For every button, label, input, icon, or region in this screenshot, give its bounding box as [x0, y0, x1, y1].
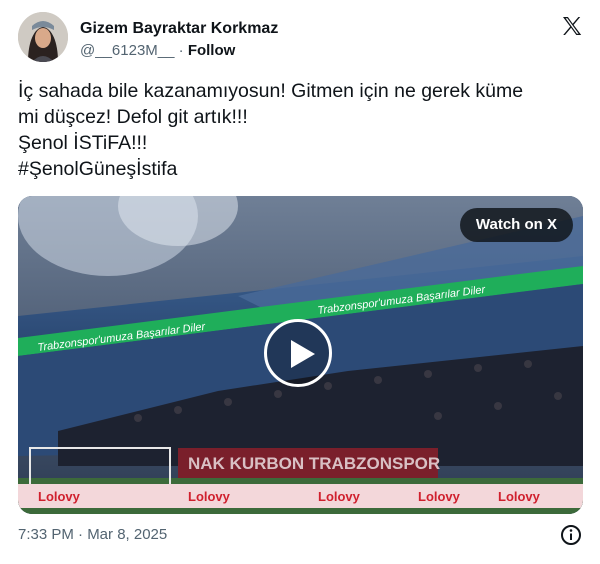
- follow-button[interactable]: Follow: [188, 42, 236, 59]
- watch-on-x-button[interactable]: Watch on X: [459, 208, 573, 242]
- avatar[interactable]: [18, 12, 68, 62]
- hashtag-link[interactable]: #ŞenolGüneşİstifa: [18, 156, 583, 182]
- x-logo-icon[interactable]: [560, 14, 584, 38]
- stand-banner-text: NAK KURBON TRABZONSPOR: [188, 454, 440, 473]
- author-handle-row: @__6123M__ · Follow: [80, 42, 235, 59]
- info-icon[interactable]: [560, 524, 582, 546]
- tweet-line: Şenol İSTiFA!!!: [18, 132, 148, 154]
- timestamp[interactable]: 7:33 PM · Mar 8, 2025: [18, 526, 167, 543]
- tweet-line: İç sahada bile kazanamıyosun! Gitmen içi…: [18, 80, 524, 102]
- ad-board-text: Lolovy: [38, 489, 81, 504]
- play-icon: [291, 340, 315, 368]
- author-handle[interactable]: @__6123M__: [80, 42, 174, 59]
- author-name[interactable]: Gizem Bayraktar Korkmaz: [80, 20, 278, 38]
- tweet-line: mi düşcez! Defol git artık!!!: [18, 106, 248, 128]
- ad-board-text: Lolovy: [418, 489, 461, 504]
- avatar-photo-icon: [18, 12, 68, 62]
- tweet-header: Gizem Bayraktar Korkmaz @__6123M__ · Fol…: [18, 12, 586, 68]
- tweet-text: İç sahada bile kazanamıyosun! Gitmen içi…: [18, 78, 583, 182]
- ad-board-text: Lolovy: [188, 489, 231, 504]
- separator-dot: ·: [178, 42, 184, 59]
- video-media[interactable]: Trabzonspor'umuza Başarılar Diler Trabzo…: [18, 196, 583, 514]
- play-button[interactable]: [264, 319, 332, 387]
- ad-board-text: Lolovy: [318, 489, 361, 504]
- tweet-footer: 7:33 PM · Mar 8, 2025: [18, 524, 586, 546]
- ad-board-text: Lolovy: [498, 489, 541, 504]
